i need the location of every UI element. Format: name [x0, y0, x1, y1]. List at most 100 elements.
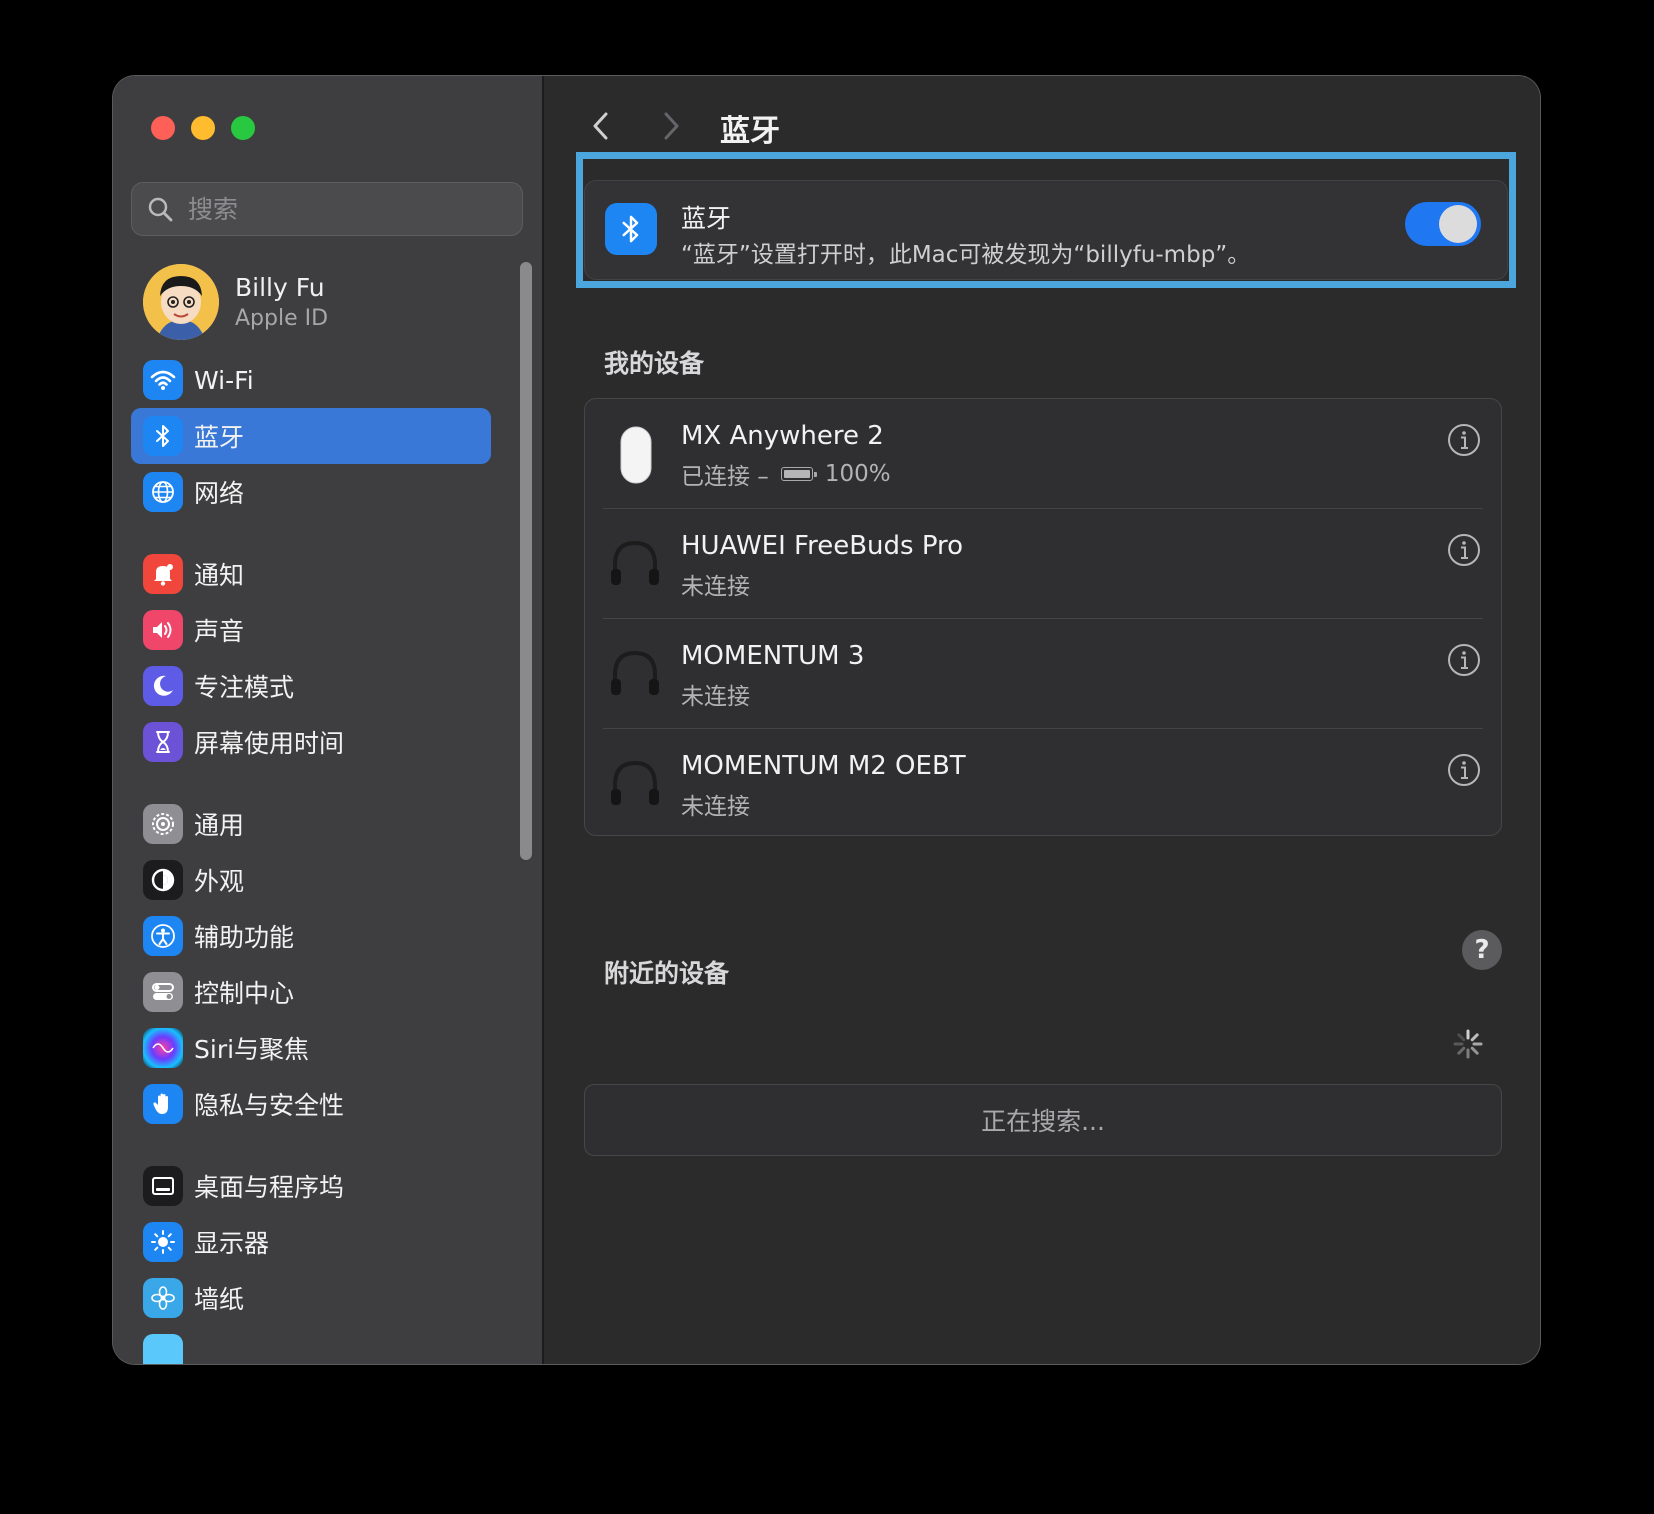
device-name: HUAWEI FreeBuds Pro: [681, 531, 964, 561]
sidebar-item-privacy[interactable]: 隐私与安全性: [131, 1076, 491, 1132]
page-title: 蓝牙: [720, 114, 780, 149]
sidebar-item-accessibility[interactable]: 辅助功能: [131, 908, 491, 964]
globe-icon: [143, 472, 183, 512]
device-status: 未连接: [681, 794, 750, 820]
sidebar-item-screensaver[interactable]: [131, 1326, 491, 1364]
bluetooth-description: “蓝牙”设置打开时，此Mac可被发现为“billyfu-mbp”。: [681, 242, 1251, 268]
flower-icon: [143, 1278, 183, 1318]
sidebar-item-desktop-dock[interactable]: 桌面与程序坞: [131, 1158, 491, 1214]
my-devices-list: MX Anywhere 2 已连接 – 100% HUAWEI FreeBuds…: [584, 398, 1502, 836]
sidebar-item-notifications[interactable]: 通知: [131, 546, 491, 602]
sidebar-item-focus[interactable]: 专注模式: [131, 658, 491, 714]
main-pane: 蓝牙 蓝牙 “蓝牙”设置打开时，此Mac可被发现为“billyfu-mbp”。 …: [544, 76, 1540, 1364]
device-name: MOMENTUM 3: [681, 641, 865, 671]
sun-icon: [143, 1222, 183, 1262]
memoji-icon: [143, 264, 219, 340]
sidebar-item-label: 隐私与安全性: [194, 1091, 345, 1120]
avatar: [143, 264, 219, 340]
battery-icon: [780, 467, 817, 481]
device-row[interactable]: HUAWEI FreeBuds Pro 未连接: [585, 509, 1501, 619]
search-input[interactable]: [186, 193, 510, 225]
bell-icon: [143, 554, 183, 594]
bluetooth-icon: [605, 203, 657, 255]
sidebar-item-sound[interactable]: 声音: [131, 602, 491, 658]
bluetooth-toggle-card: 蓝牙 “蓝牙”设置打开时，此Mac可被发现为“billyfu-mbp”。: [584, 180, 1508, 280]
sidebar-item-label: 桌面与程序坞: [194, 1173, 345, 1202]
help-button[interactable]: ?: [1462, 930, 1502, 970]
control-center-icon: [143, 972, 183, 1012]
window-controls: [151, 116, 255, 140]
loading-spinner-icon: [1453, 1029, 1483, 1059]
headphones-icon: [611, 540, 659, 585]
profile-name: Billy Fu: [235, 273, 325, 302]
sidebar-item-general[interactable]: 通用: [131, 796, 491, 852]
device-row[interactable]: MOMENTUM M2 OEBT 未连接: [585, 729, 1501, 839]
sidebar-item-label: 屏幕使用时间: [194, 729, 345, 758]
forward-button[interactable]: [656, 106, 686, 146]
hand-icon: [143, 1084, 183, 1124]
zoom-window-button[interactable]: [231, 116, 255, 140]
info-icon[interactable]: [1447, 533, 1481, 567]
sidebar-item-label: 显示器: [194, 1229, 270, 1258]
sidebar-item-label: 通用: [194, 811, 245, 840]
headphones-icon: [611, 650, 659, 695]
sidebar-item-label: 外观: [194, 867, 245, 896]
device-name: MX Anywhere 2: [681, 421, 884, 451]
device-status-text: 已连接 –: [681, 464, 769, 490]
sidebar-item-network[interactable]: 网络: [131, 464, 491, 520]
sidebar-item-control-center[interactable]: 控制中心: [131, 964, 491, 1020]
headphones-icon: [611, 760, 659, 805]
mouse-icon: [620, 426, 652, 484]
settings-window: Billy Fu Apple ID Wi-Fi 蓝牙 网: [113, 76, 1540, 1364]
sidebar-item-label: Wi-Fi: [194, 365, 254, 395]
sidebar-item-siri[interactable]: Siri与聚焦: [131, 1020, 491, 1076]
nearby-searching-box: 正在搜索...: [584, 1084, 1502, 1156]
search-icon: [148, 197, 173, 222]
accessibility-icon: [143, 916, 183, 956]
sidebar-item-label: 蓝牙: [194, 423, 245, 452]
my-devices-title: 我的设备: [604, 349, 705, 378]
appearance-icon: [143, 860, 183, 900]
device-row[interactable]: MOMENTUM 3 未连接: [585, 619, 1501, 729]
device-status: 未连接: [681, 684, 750, 710]
sidebar-item-displays[interactable]: 显示器: [131, 1214, 491, 1270]
siri-icon: [143, 1028, 183, 1068]
sidebar-item-label: 专注模式: [194, 673, 295, 702]
minimize-window-button[interactable]: [191, 116, 215, 140]
sidebar-search[interactable]: [131, 182, 523, 236]
bluetooth-toggle[interactable]: [1405, 202, 1481, 246]
sidebar-item-label: 通知: [194, 561, 245, 590]
sidebar-item-label: 声音: [194, 617, 245, 646]
bluetooth-label: 蓝牙: [681, 204, 732, 233]
sidebar-item-label: Siri与聚焦: [194, 1035, 310, 1064]
sidebar-item-label: 辅助功能: [194, 923, 295, 952]
info-icon[interactable]: [1447, 423, 1481, 457]
apple-id-profile[interactable]: Billy Fu Apple ID: [143, 264, 328, 340]
info-icon[interactable]: [1447, 753, 1481, 787]
sidebar-item-wallpaper[interactable]: 墙纸: [131, 1270, 491, 1326]
nearby-devices-title: 附近的设备: [604, 959, 730, 988]
speaker-icon: [143, 610, 183, 650]
wifi-icon: [143, 360, 183, 400]
profile-subtitle: Apple ID: [235, 306, 329, 331]
screensaver-icon: [143, 1334, 183, 1364]
hourglass-icon: [143, 722, 183, 762]
close-window-button[interactable]: [151, 116, 175, 140]
sidebar-item-appearance[interactable]: 外观: [131, 852, 491, 908]
searching-text: 正在搜索...: [981, 1107, 1105, 1136]
sidebar-item-label: 控制中心: [194, 979, 295, 1008]
sidebar-item-bluetooth[interactable]: 蓝牙: [131, 408, 491, 464]
back-button[interactable]: [586, 106, 616, 146]
gear-icon: [143, 804, 183, 844]
device-status: 未连接: [681, 574, 750, 600]
sidebar-item-wifi[interactable]: Wi-Fi: [131, 352, 491, 408]
sidebar: Billy Fu Apple ID Wi-Fi 蓝牙 网: [113, 76, 544, 1364]
device-status: 已连接 – 100%: [681, 457, 891, 491]
device-row[interactable]: MX Anywhere 2 已连接 – 100%: [585, 399, 1501, 509]
toggle-knob: [1439, 205, 1477, 243]
sidebar-scrollbar[interactable]: [520, 262, 532, 860]
bluetooth-icon: [143, 416, 183, 456]
sidebar-item-screen-time[interactable]: 屏幕使用时间: [131, 714, 491, 770]
sidebar-item-label: 墙纸: [194, 1285, 245, 1314]
info-icon[interactable]: [1447, 643, 1481, 677]
